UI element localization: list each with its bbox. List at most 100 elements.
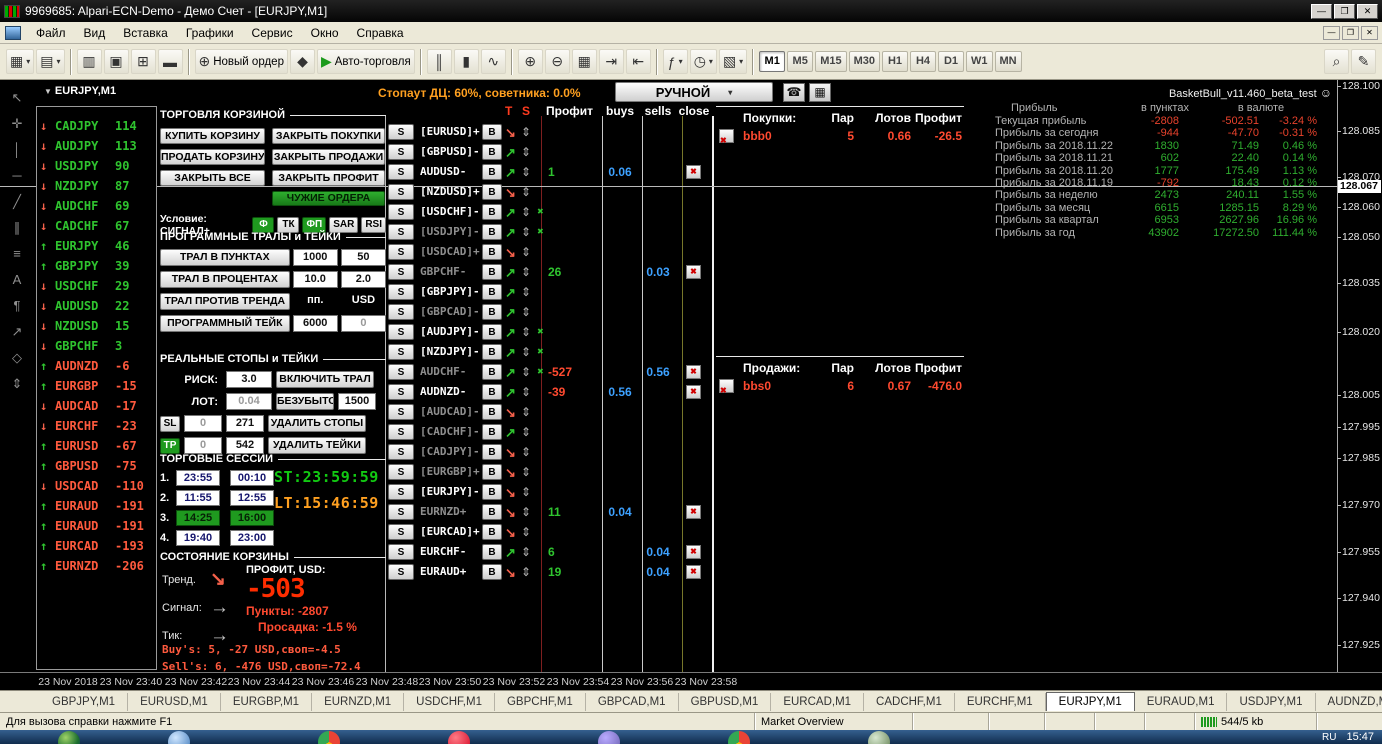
sell-pair-button[interactable]: S	[388, 304, 414, 320]
risk-field[interactable]: 3.0	[226, 371, 272, 388]
buy-pair-button[interactable]: B	[482, 404, 502, 420]
menu-item[interactable]: Вставка	[114, 24, 177, 42]
session-end-field[interactable]: 23:00	[230, 530, 274, 546]
watchlist-row[interactable]: NZDUSD 15	[37, 316, 156, 336]
periods-icon[interactable]: ◷ ▾	[689, 49, 717, 74]
trail-button[interactable]: ТРАЛ ПРОТИВ ТРЕНДА	[160, 293, 290, 310]
market-watch-icon[interactable]: ▥ ▾	[76, 49, 102, 74]
buy-pair-button[interactable]: B	[482, 484, 502, 500]
sell-pair-button[interactable]: S	[388, 444, 414, 460]
sl-field-2[interactable]: 271	[226, 415, 264, 432]
buy-pair-button[interactable]: B	[482, 524, 502, 540]
sell-pair-button[interactable]: S	[388, 404, 414, 420]
window-restore-button[interactable]: ❐	[1334, 3, 1355, 19]
buy-pair-button[interactable]: B	[482, 244, 502, 260]
menu-item[interactable]: Окно	[302, 24, 348, 42]
sell-basket-button[interactable]: ПРОДАТЬ КОРЗИНУ	[160, 149, 265, 165]
scroll-icon[interactable]: ⇕	[6, 376, 28, 392]
timeframe-button[interactable]: H1	[882, 51, 908, 72]
watchlist-row[interactable]: GBPCHF 3	[37, 336, 156, 356]
terminal-icon[interactable]: ▬ ▾	[157, 49, 183, 74]
sell-pair-button[interactable]: S	[388, 244, 414, 260]
arrow-tool-icon[interactable]: ↗	[6, 324, 28, 340]
sell-pair-button[interactable]: S	[388, 564, 414, 580]
templates-icon[interactable]: ▧ ▾	[718, 49, 748, 74]
watchlist-row[interactable]: AUDUSD 22	[37, 296, 156, 316]
sell-pair-button[interactable]: S	[388, 344, 414, 360]
sell-pair-button[interactable]: S	[388, 144, 414, 160]
navigator-icon[interactable]: ⊞ ▾	[130, 49, 156, 74]
close-basket-button[interactable]: ✖	[719, 379, 734, 395]
trail-button[interactable]: ТРАЛ В ПУНКТАХ	[160, 249, 290, 266]
menu-item[interactable]: Графики	[177, 24, 243, 42]
chart-tab[interactable]: EURCHF,M1	[955, 692, 1046, 711]
close-buys-button[interactable]: ЗАКРЫТЬ ПОКУПКИ	[272, 128, 385, 144]
buy-pair-button[interactable]: B	[482, 124, 502, 140]
sell-pair-button[interactable]: S	[388, 224, 414, 240]
child-restore-button[interactable]: ❐	[1342, 25, 1359, 40]
taskbar-mt4-icon[interactable]	[868, 731, 890, 744]
watchlist-row[interactable]: EURAUD -191	[37, 516, 156, 536]
sell-pair-button[interactable]: S	[388, 544, 414, 560]
buy-pair-button[interactable]: B	[482, 564, 502, 580]
menu-item[interactable]: Сервис	[243, 24, 302, 42]
window-close-button[interactable]: ✕	[1357, 3, 1378, 19]
chart-tab[interactable]: AUDNZD,M1	[1316, 693, 1382, 711]
close-profit-button[interactable]: ЗАКРЫТЬ ПРОФИТ	[272, 170, 385, 186]
timeframe-button[interactable]: D1	[938, 51, 964, 72]
metaeditor-icon[interactable]: ◆ ▾	[289, 49, 315, 74]
trail-value-field[interactable]: 1000	[292, 249, 338, 266]
sell-pair-button[interactable]: S	[388, 204, 414, 220]
collapse-icon[interactable]: ▼	[44, 87, 52, 96]
chart-tab[interactable]: GBPUSD,M1	[679, 692, 772, 711]
edit-icon[interactable]: ✎	[1351, 49, 1376, 74]
buy-pair-button[interactable]: B	[482, 384, 502, 400]
new-chart-icon[interactable]: ▦ ▾	[6, 49, 35, 74]
close-sells-button[interactable]: ЗАКРЫТЬ ПРОДАЖИ	[272, 149, 385, 165]
menu-item[interactable]: Файл	[27, 24, 75, 42]
trail-button[interactable]: ПРОГРАММНЫЙ ТЕЙК	[160, 315, 290, 332]
chart-tab[interactable]: EURGBP,M1	[221, 692, 313, 711]
trail-value-field[interactable]: 50	[340, 249, 386, 266]
auto-scroll-icon[interactable]: ⇥ ▾	[598, 49, 624, 74]
watchlist-row[interactable]: EURNZD -206	[37, 556, 156, 576]
session-end-field[interactable]: 00:10	[230, 470, 274, 486]
buy-pair-button[interactable]: B	[482, 364, 502, 380]
buy-pair-button[interactable]: B	[482, 264, 502, 280]
chart-tab[interactable]: EURAUD,M1	[1135, 692, 1228, 711]
taskbar-viber-icon[interactable]	[598, 731, 620, 744]
watchlist-row[interactable]: CADJPY 114	[37, 116, 156, 136]
watchlist-row[interactable]: USDJPY 90	[37, 156, 156, 176]
taskbar-app-icon[interactable]	[168, 731, 190, 744]
session-start-field[interactable]: 14:25	[176, 510, 220, 526]
close-basket-button[interactable]: ✖	[719, 129, 734, 145]
session-end-field[interactable]: 16:00	[230, 510, 274, 526]
buy-pair-button[interactable]: B	[482, 464, 502, 480]
manual-mode-button[interactable]: РУЧНОЙ ▾	[615, 82, 773, 102]
start-button[interactable]	[58, 731, 80, 744]
close-pair-button[interactable]: ✖	[686, 265, 701, 279]
buy-pair-button[interactable]: B	[482, 344, 502, 360]
close-pair-button[interactable]: ✖	[686, 385, 701, 399]
chart-tab[interactable]: USDJPY,M1	[1227, 692, 1316, 711]
buy-pair-button[interactable]: B	[482, 164, 502, 180]
close-all-button[interactable]: ЗАКРЫТЬ ВСЕ	[160, 170, 265, 186]
lot-field[interactable]: 0.04	[226, 393, 272, 410]
bars-chart-icon[interactable]: ║ ▾	[426, 49, 452, 74]
watchlist-row[interactable]: EURAUD -191	[37, 496, 156, 516]
label-icon[interactable]: ¶	[6, 298, 28, 314]
taskbar-browser-icon[interactable]	[318, 731, 340, 744]
watchlist-row[interactable]: EURGBP -15	[37, 376, 156, 396]
trendline-icon[interactable]: ╱	[6, 194, 28, 210]
sell-pair-button[interactable]: S	[388, 504, 414, 520]
new-order-icon[interactable]: ⊕ Новый ордер ▾	[194, 49, 288, 74]
sell-pair-button[interactable]: S	[388, 184, 414, 200]
market-overview-cell[interactable]: Market Overview	[754, 713, 912, 730]
autotrading-icon[interactable]: ▶ Авто-торговля ▾	[316, 49, 415, 74]
menu-item[interactable]: Вид	[75, 24, 115, 42]
candles-chart-icon[interactable]: ▮ ▾	[453, 49, 479, 74]
breakeven-button[interactable]: БЕЗУБЫТОК	[276, 393, 334, 410]
close-pair-button[interactable]: ✖	[686, 365, 701, 379]
chart-tab[interactable]: GBPCAD,M1	[586, 692, 679, 711]
timeframe-button[interactable]: M15	[815, 51, 847, 72]
